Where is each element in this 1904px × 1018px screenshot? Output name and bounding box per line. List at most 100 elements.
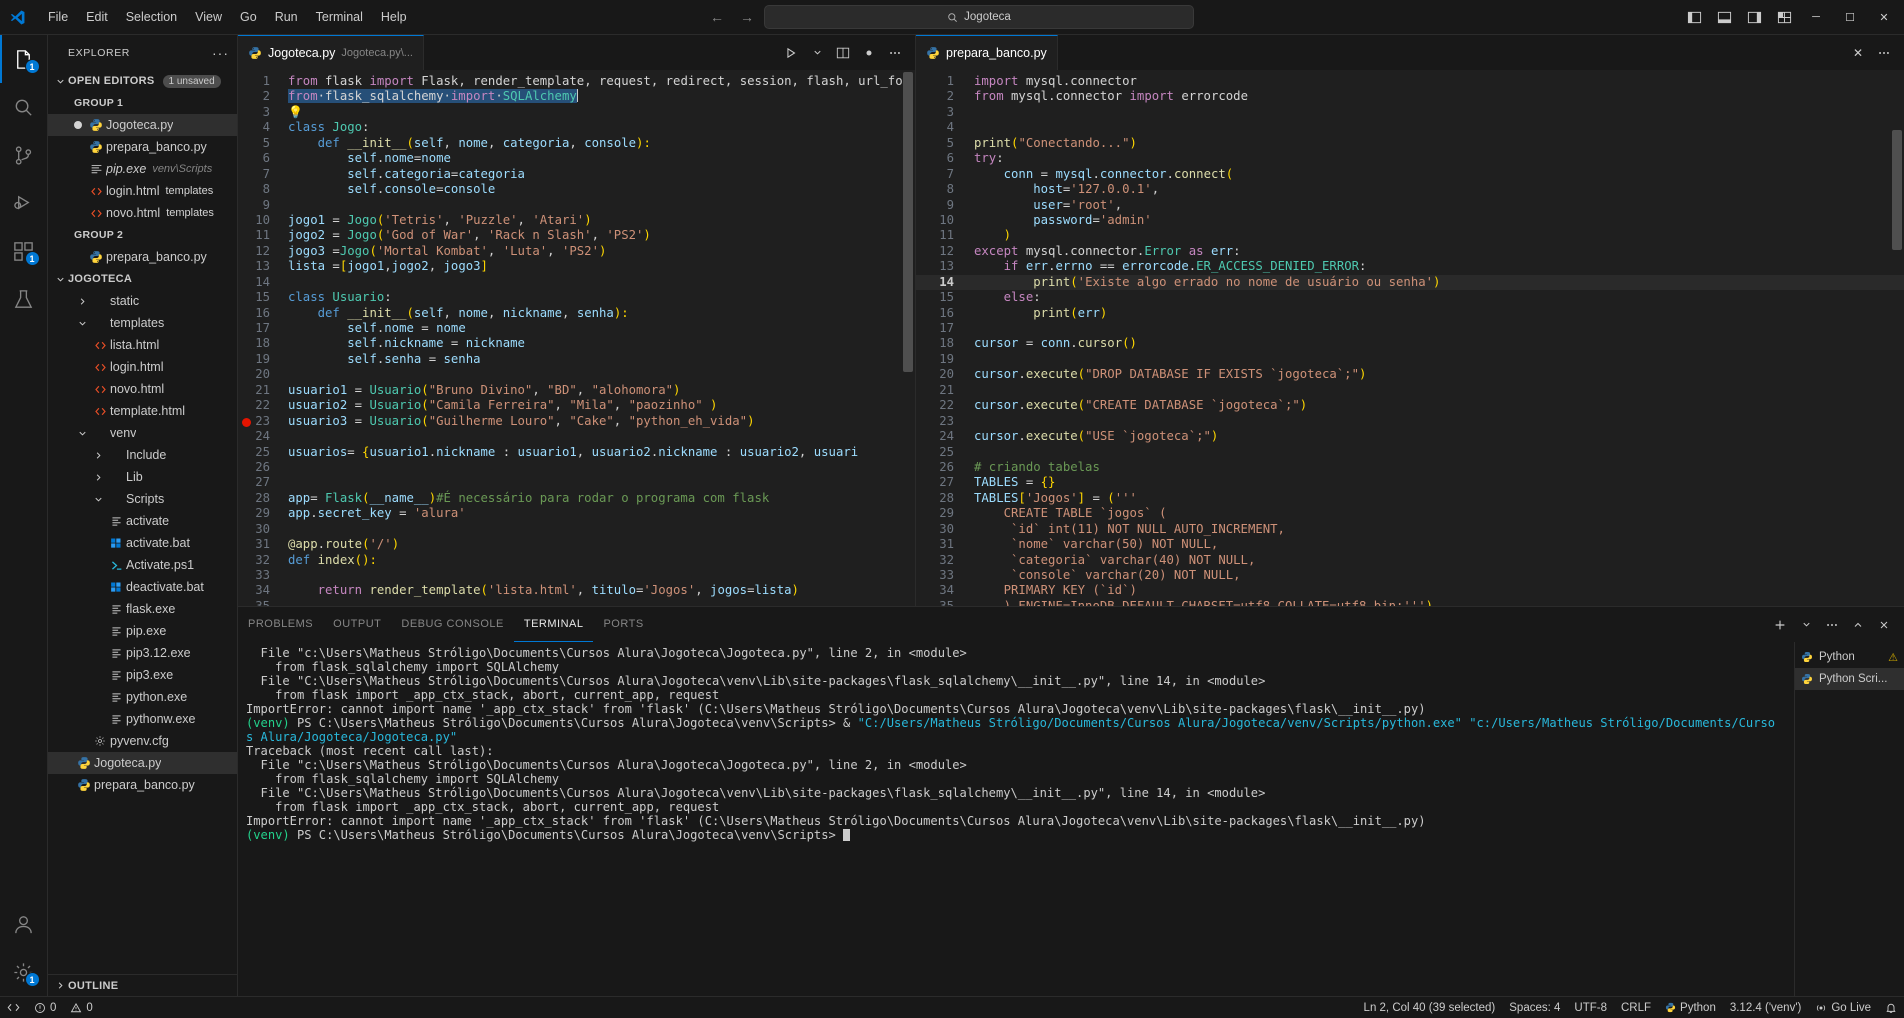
close-window-button[interactable]: ✕ — [1868, 2, 1900, 32]
tree-item-include[interactable]: Include — [48, 444, 237, 466]
tab-terminal[interactable]: TERMINAL — [513, 607, 594, 642]
tree-item-lib[interactable]: Lib — [48, 466, 237, 488]
tree-item-activate[interactable]: activate — [48, 510, 237, 532]
tab-ports[interactable]: PORTS — [593, 607, 653, 642]
activitybar-extensions[interactable]: 1 — [0, 227, 48, 275]
tree-item-pyvenv-cfg[interactable]: pyvenv.cfg — [48, 730, 237, 752]
toggle-secondary-sidebar-icon[interactable] — [1740, 4, 1768, 30]
tree-item-lista-html[interactable]: lista.html — [48, 334, 237, 356]
python-interpreter[interactable]: 3.12.4 ('venv') — [1723, 997, 1809, 1018]
minimize-button[interactable]: ─ — [1800, 2, 1832, 32]
open-editor-group2-prepara-banco-py[interactable]: prepara_banco.py — [48, 246, 237, 268]
open-editor-pip-exe[interactable]: pip.exe venv\Scripts — [48, 158, 237, 180]
tree-item-activate-bat[interactable]: activate.bat — [48, 532, 237, 554]
tree-item-templates[interactable]: templates — [48, 312, 237, 334]
tree-item-python-exe[interactable]: python.exe — [48, 686, 237, 708]
open-editor-novo-html[interactable]: novo.html templates — [48, 202, 237, 224]
chevron-down-icon[interactable] — [1794, 613, 1818, 637]
section-open-editors[interactable]: OPEN EDITORS 1 unsaved — [48, 70, 237, 92]
add-terminal-icon[interactable] — [1768, 613, 1792, 637]
breakpoint-icon[interactable] — [242, 417, 251, 427]
menu-view[interactable]: View — [186, 6, 231, 28]
forward-arrow-icon[interactable]: → — [740, 9, 754, 25]
close-panel-icon[interactable] — [1872, 613, 1896, 637]
run-icon[interactable] — [779, 41, 803, 65]
toggle-primary-sidebar-icon[interactable] — [1680, 4, 1708, 30]
tab-problems[interactable]: PROBLEMS — [238, 607, 323, 642]
tree-item-venv[interactable]: venv — [48, 422, 237, 444]
section-project-jogoteca[interactable]: JOGOTECA — [48, 268, 237, 290]
section-outline[interactable]: OUTLINE — [48, 974, 237, 996]
back-arrow-icon[interactable]: ← — [710, 9, 724, 25]
tree-item-prepara-banco-py[interactable]: prepara_banco.py — [48, 774, 237, 796]
tree-item-pip3-12-exe[interactable]: pip3.12.exe — [48, 642, 237, 664]
split-editor-icon[interactable] — [831, 41, 855, 65]
tree-item-activate-ps1[interactable]: Activate.ps1 — [48, 554, 237, 576]
tree-item-pythonw-exe[interactable]: pythonw.exe — [48, 708, 237, 730]
terminal-output[interactable]: File "c:\Users\Matheus Stróligo\Document… — [238, 642, 1794, 996]
tree-item-pip-exe[interactable]: pip.exe — [48, 620, 237, 642]
unsaved-dot-icon[interactable] — [70, 121, 86, 129]
live-share[interactable]: Go Live — [1808, 997, 1878, 1018]
activitybar-source-control[interactable] — [0, 131, 48, 179]
tab-output[interactable]: OUTPUT — [323, 607, 391, 642]
language-mode[interactable]: Python — [1658, 997, 1723, 1018]
more-actions-icon[interactable] — [1872, 41, 1896, 65]
customize-layout-icon[interactable] — [1770, 4, 1798, 30]
menu-edit[interactable]: Edit — [77, 6, 117, 28]
open-editor-prepara-banco-py[interactable]: prepara_banco.py — [48, 136, 237, 158]
warning-count[interactable]: 0 — [63, 997, 99, 1018]
tree-item-static[interactable]: static — [48, 290, 237, 312]
tree-item-pip3-exe[interactable]: pip3.exe — [48, 664, 237, 686]
menu-help[interactable]: Help — [372, 6, 416, 28]
tab-debug-console[interactable]: DEBUG CONSOLE — [391, 607, 513, 642]
terminal-list-item-python[interactable]: Python ⚠ — [1795, 646, 1904, 668]
menu-selection[interactable]: Selection — [117, 6, 186, 28]
toggle-panel-icon[interactable] — [1710, 4, 1738, 30]
menu-run[interactable]: Run — [266, 6, 307, 28]
encoding[interactable]: UTF-8 — [1567, 997, 1614, 1018]
activitybar-run-and-debug[interactable] — [0, 179, 48, 227]
tree-item-novo-html[interactable]: novo.html — [48, 378, 237, 400]
editor-scrollbar-right[interactable] — [1890, 70, 1904, 606]
open-editor-login-html[interactable]: login.html templates — [48, 180, 237, 202]
close-editor-icon[interactable]: ✕ — [1846, 41, 1870, 65]
maximize-button[interactable]: ☐ — [1834, 2, 1866, 32]
menu-terminal[interactable]: Terminal — [307, 6, 372, 28]
chevron-down-icon[interactable] — [805, 41, 829, 65]
remote-indicator[interactable] — [0, 997, 27, 1018]
more-actions-icon[interactable] — [1820, 613, 1844, 637]
command-center[interactable]: Jogoteca — [764, 5, 1194, 29]
open-editor-jogoteca-py[interactable]: Jogoteca.py — [48, 114, 237, 136]
code-viewport-left[interactable]: 1 from flask import Flask, render_templat… — [238, 70, 915, 606]
error-count[interactable]: 0 — [27, 997, 63, 1018]
tab-prepara-banco-py[interactable]: prepara_banco.py — [916, 35, 1058, 70]
editor-scrollbar-left[interactable] — [901, 70, 915, 606]
sidebar-more-actions-icon[interactable]: ··· — [212, 45, 229, 61]
tree-item-template-html[interactable]: template.html — [48, 400, 237, 422]
navigation-arrows[interactable]: ← → — [710, 9, 754, 25]
activitybar-search[interactable] — [0, 83, 48, 131]
cursor-position[interactable]: Ln 2, Col 40 (39 selected) — [1357, 997, 1503, 1018]
tree-item-deactivate-bat[interactable]: deactivate.bat — [48, 576, 237, 598]
activitybar-settings[interactable]: 1 — [0, 948, 48, 996]
activitybar-testing[interactable] — [0, 275, 48, 323]
activitybar-accounts[interactable] — [0, 900, 48, 948]
tab-jogoteca-py[interactable]: Jogoteca.py Jogoteca.py\... — [238, 35, 424, 70]
activitybar-explorer[interactable]: 1 — [0, 35, 48, 83]
terminal-list-item-python-scripts[interactable]: Python Scri... — [1795, 668, 1904, 690]
menu-go[interactable]: Go — [231, 6, 266, 28]
tree-item-flask-exe[interactable]: flask.exe — [48, 598, 237, 620]
notifications[interactable] — [1878, 997, 1904, 1018]
tree-item-jogoteca-py[interactable]: Jogoteca.py — [48, 752, 237, 774]
tree-item-scripts[interactable]: Scripts — [48, 488, 237, 510]
code-viewport-right[interactable]: 1 import mysql.connector 2 from mysql.conne… — [916, 70, 1904, 606]
eol[interactable]: CRLF — [1614, 997, 1658, 1018]
indentation[interactable]: Spaces: 4 — [1502, 997, 1567, 1018]
unsaved-dot-icon[interactable] — [857, 41, 881, 65]
tree-item-login-html[interactable]: login.html — [48, 356, 237, 378]
more-actions-icon[interactable] — [883, 41, 907, 65]
maximize-panel-icon[interactable] — [1846, 613, 1870, 637]
menu-bar[interactable]: File Edit Selection View Go Run Terminal… — [39, 6, 416, 28]
lightbulb-icon[interactable]: 💡 — [288, 105, 303, 119]
